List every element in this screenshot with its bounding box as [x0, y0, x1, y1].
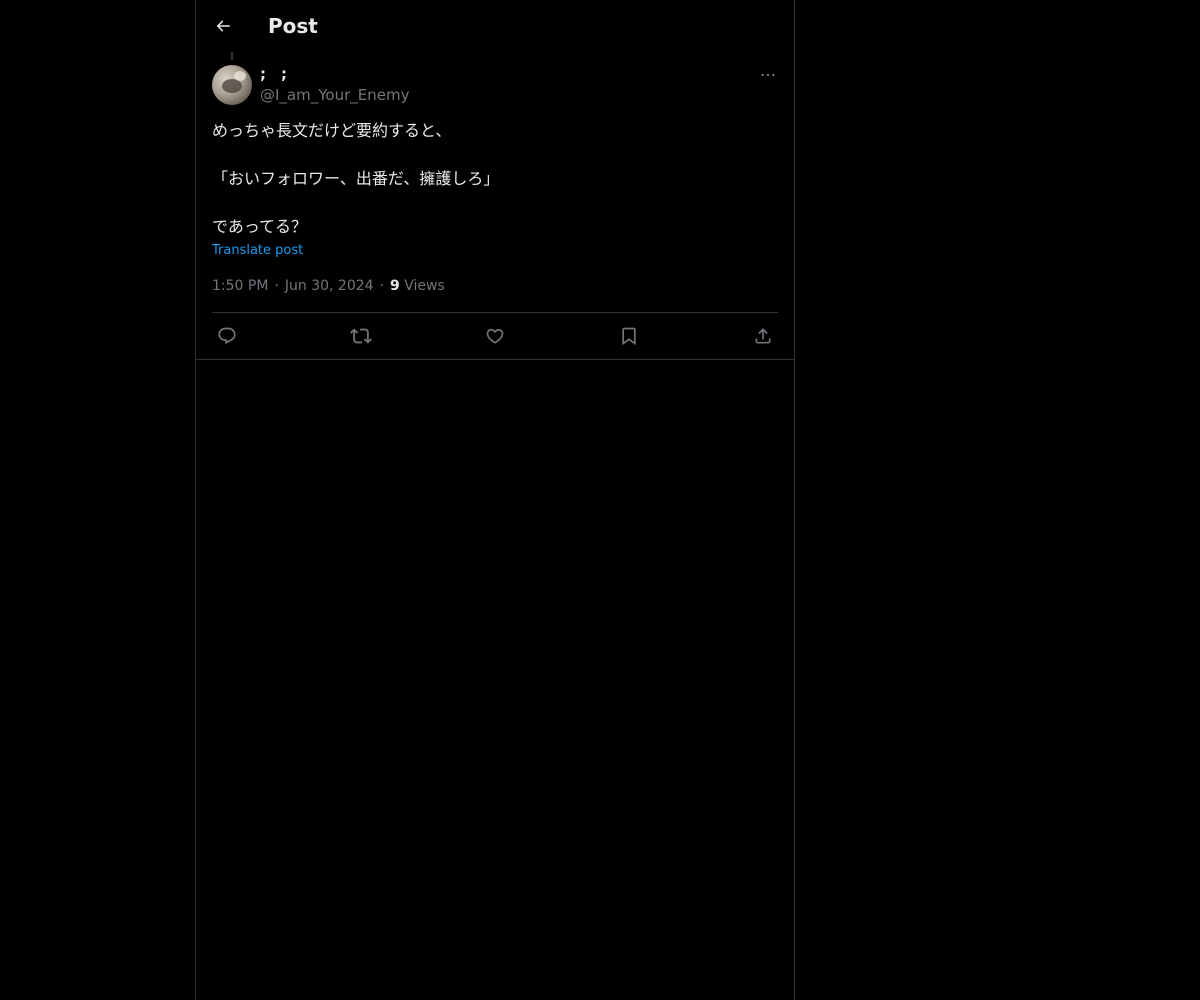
post-body-line: であってる？: [212, 217, 308, 236]
post-header: Post: [196, 0, 794, 54]
separator-dot: ·: [379, 278, 384, 294]
reply-icon: [217, 326, 237, 346]
arrow-left-icon: [214, 17, 232, 35]
author-handle[interactable]: @I_am_Your_Enemy: [260, 85, 409, 105]
separator-dot: ·: [274, 278, 279, 294]
action-bar: [196, 313, 794, 359]
avatar-highlight: [234, 71, 246, 81]
main-column: Post ; ; @I_am_Your_Enemy めっちゃ長文だけど要約すると…: [195, 0, 795, 1000]
post-body-line: [212, 191, 778, 215]
share-icon: [753, 326, 773, 346]
more-horizontal-icon: [759, 66, 777, 84]
views-count: 9: [390, 278, 400, 294]
post-body-line: [212, 143, 778, 167]
page-title: Post: [268, 14, 318, 38]
repost-button[interactable]: [349, 324, 373, 348]
heart-icon: [485, 326, 505, 346]
reply-button[interactable]: [215, 324, 239, 348]
post-body-line: 「おいフォロワー、出番だ、擁護しろ」: [212, 169, 500, 188]
thread-connector-line: [231, 52, 233, 60]
repost-icon: [350, 325, 372, 347]
avatar-shade: [222, 79, 242, 93]
like-button[interactable]: [483, 324, 507, 348]
views-label: Views: [404, 278, 445, 294]
author-display-name[interactable]: ; ;: [260, 64, 287, 84]
more-options-button[interactable]: [756, 64, 780, 86]
post-date[interactable]: Jun 30, 2024: [285, 278, 374, 294]
bookmark-button[interactable]: [617, 324, 641, 348]
post-meta: 1:50 PM · Jun 30, 2024 · 9 Views: [212, 276, 445, 296]
post-time[interactable]: 1:50 PM: [212, 278, 268, 294]
post-body: めっちゃ長文だけど要約すると、 「おいフォロワー、出番だ、擁護しろ」 であってる…: [212, 119, 778, 239]
post-bottom-border: [196, 359, 794, 360]
translate-post-link[interactable]: Translate post: [212, 242, 303, 260]
back-button[interactable]: [208, 11, 238, 41]
bookmark-icon: [619, 326, 639, 346]
post-body-line: めっちゃ長文だけど要約すると、: [212, 121, 452, 140]
avatar[interactable]: [212, 65, 252, 105]
share-button[interactable]: [751, 324, 775, 348]
